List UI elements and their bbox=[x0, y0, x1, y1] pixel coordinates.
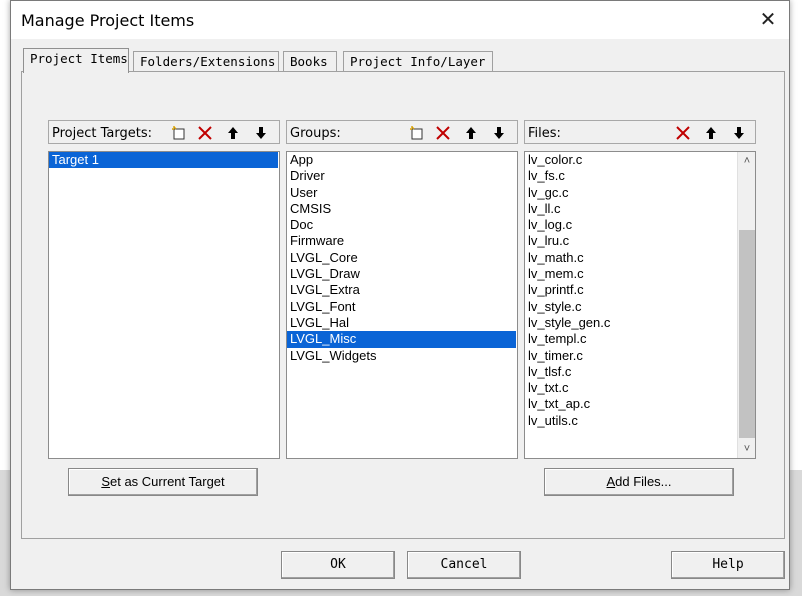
ok-button[interactable]: OK bbox=[281, 551, 395, 579]
groups-list[interactable]: App Driver User CMSIS Doc Firmware LVGL_Core LV… bbox=[286, 151, 518, 459]
button-label: et as Current Target bbox=[110, 474, 225, 489]
list-item[interactable]: lv_style_gen.c bbox=[525, 315, 755, 331]
new-icon[interactable] bbox=[407, 123, 427, 143]
list-item[interactable]: User bbox=[287, 185, 517, 201]
list-item[interactable]: lv_templ.c bbox=[525, 331, 755, 347]
list-item[interactable]: Firmware bbox=[287, 233, 517, 249]
move-down-icon[interactable] bbox=[729, 123, 749, 143]
list-item[interactable]: lv_gc.c bbox=[525, 185, 755, 201]
move-up-icon[interactable] bbox=[223, 123, 243, 143]
list-item[interactable]: lv_tlsf.c bbox=[525, 364, 755, 380]
list-item[interactable]: Doc bbox=[287, 217, 517, 233]
list-item[interactable]: CMSIS bbox=[287, 201, 517, 217]
files-label: Files: bbox=[528, 126, 561, 141]
list-item[interactable]: LVGL_Font bbox=[287, 299, 517, 315]
delete-icon[interactable] bbox=[673, 123, 693, 143]
files-list[interactable]: lv_color.c lv_fs.c lv_gc.c lv_ll.c lv_log.c l… bbox=[524, 151, 756, 459]
list-item[interactable]: lv_timer.c bbox=[525, 348, 755, 364]
scroll-up-icon[interactable]: ˄ bbox=[738, 152, 755, 170]
list-item[interactable]: lv_color.c bbox=[525, 152, 755, 168]
project-items-panel: Project Targets: Target 1 Groups: App Dr… bbox=[21, 71, 785, 539]
scroll-down-icon[interactable]: ˅ bbox=[738, 440, 755, 458]
list-item[interactable]: lv_lru.c bbox=[525, 233, 755, 249]
move-up-icon[interactable] bbox=[701, 123, 721, 143]
button-label: dd Files... bbox=[615, 474, 672, 489]
scroll-thumb[interactable] bbox=[739, 230, 755, 438]
files-header: Files: bbox=[524, 120, 756, 144]
list-item[interactable]: LVGL_Draw bbox=[287, 266, 517, 282]
title-bar: Manage Project Items ✕ bbox=[11, 1, 789, 39]
list-item[interactable]: lv_txt_ap.c bbox=[525, 396, 755, 412]
files-scrollbar[interactable]: ˄ ˅ bbox=[737, 152, 755, 458]
tab-books[interactable]: Books bbox=[283, 51, 337, 71]
project-targets-header: Project Targets: bbox=[48, 120, 280, 144]
move-down-icon[interactable] bbox=[489, 123, 509, 143]
list-item[interactable]: lv_txt.c bbox=[525, 380, 755, 396]
delete-icon[interactable] bbox=[195, 123, 215, 143]
list-item[interactable]: LVGL_Misc bbox=[287, 331, 516, 348]
delete-icon[interactable] bbox=[433, 123, 453, 143]
list-item[interactable]: lv_fs.c bbox=[525, 168, 755, 184]
list-item[interactable]: Driver bbox=[287, 168, 517, 184]
project-targets-list[interactable]: Target 1 bbox=[48, 151, 280, 459]
groups-header: Groups: bbox=[286, 120, 518, 144]
move-down-icon[interactable] bbox=[251, 123, 271, 143]
list-item[interactable]: lv_printf.c bbox=[525, 282, 755, 298]
list-item[interactable]: LVGL_Extra bbox=[287, 282, 517, 298]
groups-label: Groups: bbox=[290, 126, 341, 141]
hotkey-letter: A bbox=[606, 474, 616, 489]
move-up-icon[interactable] bbox=[461, 123, 481, 143]
help-button[interactable]: Help bbox=[671, 551, 785, 579]
list-item[interactable]: Target 1 bbox=[49, 152, 278, 169]
tab-project-info-layer[interactable]: Project Info/Layer bbox=[343, 51, 493, 71]
set-as-current-target-button[interactable]: Set as Current Target bbox=[68, 468, 258, 496]
list-item[interactable]: LVGL_Widgets bbox=[287, 348, 517, 364]
tab-folders-extensions[interactable]: Folders/Extensions bbox=[133, 51, 279, 71]
new-icon[interactable] bbox=[169, 123, 189, 143]
manage-project-items-dialog: Manage Project Items ✕ Project Items Fol… bbox=[10, 0, 790, 590]
hotkey-letter: S bbox=[101, 474, 110, 489]
list-item[interactable]: lv_log.c bbox=[525, 217, 755, 233]
list-item[interactable]: lv_utils.c bbox=[525, 413, 755, 429]
list-item[interactable]: lv_style.c bbox=[525, 299, 755, 315]
tab-project-items[interactable]: Project Items bbox=[23, 48, 129, 73]
list-item[interactable]: LVGL_Hal bbox=[287, 315, 517, 331]
list-item[interactable]: App bbox=[287, 152, 517, 168]
close-icon[interactable]: ✕ bbox=[755, 7, 781, 33]
project-targets-label: Project Targets: bbox=[52, 126, 152, 141]
dialog-title: Manage Project Items bbox=[21, 11, 195, 30]
list-item[interactable]: LVGL_Core bbox=[287, 250, 517, 266]
list-item[interactable]: lv_math.c bbox=[525, 250, 755, 266]
list-item[interactable]: lv_ll.c bbox=[525, 201, 755, 217]
list-item[interactable]: lv_mem.c bbox=[525, 266, 755, 282]
add-files-button[interactable]: Add Files... bbox=[544, 468, 734, 496]
cancel-button[interactable]: Cancel bbox=[407, 551, 521, 579]
